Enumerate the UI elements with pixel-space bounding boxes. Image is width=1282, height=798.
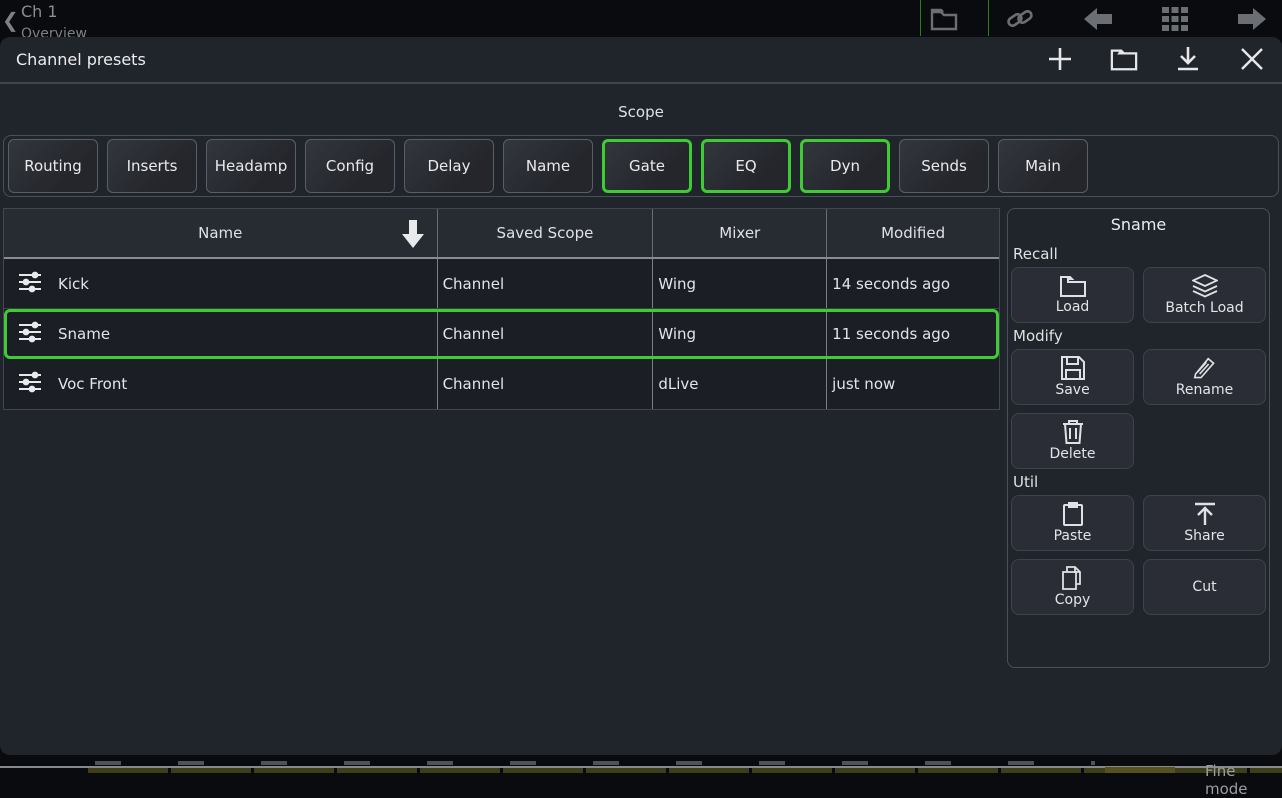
column-header-mixer[interactable]: Mixer bbox=[653, 209, 827, 257]
background-fader-bay: Fine mode bbox=[0, 755, 1282, 773]
preset-saved-scope: Channel bbox=[438, 359, 654, 409]
share-button[interactable]: Share bbox=[1143, 495, 1266, 551]
grid-icon[interactable] bbox=[1161, 6, 1189, 32]
preset-action-panel: Sname Recall Load Batch Load Mo bbox=[1007, 208, 1270, 668]
scope-btn-name[interactable]: Name bbox=[503, 139, 593, 193]
scope-btn-config[interactable]: Config bbox=[305, 139, 395, 193]
paste-button[interactable]: Paste bbox=[1011, 495, 1134, 551]
preset-row-sname[interactable]: Sname Channel Wing 11 seconds ago bbox=[4, 309, 999, 359]
import-icon[interactable] bbox=[1174, 45, 1202, 73]
preset-saved-scope: Channel bbox=[438, 309, 654, 358]
sort-descending-icon bbox=[401, 218, 425, 254]
scope-btn-sends[interactable]: Sends bbox=[899, 139, 989, 193]
back-chevron-icon[interactable]: ❮ bbox=[2, 12, 14, 28]
trash-icon bbox=[1061, 420, 1085, 444]
channel-presets-dialog: Channel presets Scope Routing Inserts bbox=[0, 37, 1282, 755]
topbar-separator bbox=[920, 0, 921, 36]
link-icon[interactable] bbox=[1005, 6, 1035, 32]
channel-strip-fragments bbox=[88, 768, 1282, 773]
pencil-icon bbox=[1192, 356, 1218, 380]
preset-saved-scope: Channel bbox=[438, 259, 654, 308]
dialog-header: Channel presets bbox=[0, 37, 1282, 84]
column-header-modified[interactable]: Modified bbox=[827, 209, 999, 257]
background-topbar: ❮ Ch 1 Overview bbox=[0, 0, 1282, 37]
preset-icon bbox=[18, 271, 42, 297]
column-header-saved-scope[interactable]: Saved Scope bbox=[438, 209, 654, 257]
channel-label: Ch 1 bbox=[21, 2, 58, 21]
dialog-title: Channel presets bbox=[16, 50, 146, 69]
preset-mixer: dLive bbox=[653, 359, 827, 409]
load-button[interactable]: Load bbox=[1011, 267, 1134, 323]
spacer bbox=[1143, 413, 1266, 469]
column-header-name[interactable]: Name bbox=[4, 209, 438, 257]
preset-name: Sname bbox=[58, 325, 110, 343]
clipped-db-labels bbox=[95, 761, 1095, 765]
rename-button[interactable]: Rename bbox=[1143, 349, 1266, 405]
section-label-recall: Recall bbox=[1011, 241, 1266, 267]
scope-btn-inserts[interactable]: Inserts bbox=[107, 139, 197, 193]
copy-button[interactable]: Copy bbox=[1011, 559, 1134, 615]
scope-btn-headamp[interactable]: Headamp bbox=[206, 139, 296, 193]
preset-icon bbox=[18, 321, 42, 347]
scope-btn-gate[interactable]: Gate bbox=[602, 139, 692, 193]
add-preset-icon[interactable] bbox=[1046, 45, 1074, 73]
upload-icon bbox=[1192, 502, 1218, 526]
section-label-modify: Modify bbox=[1011, 323, 1266, 349]
scope-label: Scope bbox=[0, 103, 1282, 121]
screen: ❮ Ch 1 Overview bbox=[0, 0, 1282, 773]
preset-mixer: Wing bbox=[653, 309, 827, 358]
back-arrow-icon[interactable] bbox=[1082, 6, 1114, 32]
clipboard-icon bbox=[1062, 502, 1084, 526]
copy-icon bbox=[1061, 566, 1085, 590]
section-label-util: Util bbox=[1011, 469, 1266, 495]
layers-icon bbox=[1192, 274, 1218, 298]
preset-modified: 14 seconds ago bbox=[827, 259, 999, 308]
save-button[interactable]: Save bbox=[1011, 349, 1134, 405]
floppy-icon bbox=[1061, 356, 1085, 380]
cut-button[interactable]: Cut bbox=[1143, 559, 1266, 615]
scope-btn-main[interactable]: Main bbox=[998, 139, 1088, 193]
library-folder-icon[interactable] bbox=[930, 7, 958, 31]
preset-name: Voc Front bbox=[58, 375, 127, 393]
scope-btn-delay[interactable]: Delay bbox=[404, 139, 494, 193]
preset-icon bbox=[18, 371, 42, 397]
preset-row-kick[interactable]: Kick Channel Wing 14 seconds ago bbox=[4, 259, 999, 309]
delete-button[interactable]: Delete bbox=[1011, 413, 1134, 469]
preset-name: Kick bbox=[58, 275, 89, 293]
fine-mode-label: Fine mode bbox=[1205, 762, 1282, 798]
channel-strip-highlight bbox=[1105, 767, 1175, 773]
preset-modified: just now bbox=[827, 359, 999, 409]
batch-load-button[interactable]: Batch Load bbox=[1143, 267, 1266, 323]
folder-icon bbox=[1060, 275, 1086, 297]
preset-mixer: Wing bbox=[653, 259, 827, 308]
selected-preset-title: Sname bbox=[1011, 215, 1266, 241]
forward-arrow-icon[interactable] bbox=[1236, 6, 1268, 32]
folder-icon[interactable] bbox=[1110, 45, 1138, 73]
close-icon[interactable] bbox=[1238, 45, 1266, 73]
scope-btn-eq[interactable]: EQ bbox=[701, 139, 791, 193]
scope-btn-routing[interactable]: Routing bbox=[8, 139, 98, 193]
preset-modified: 11 seconds ago bbox=[827, 309, 999, 358]
preset-row-voc-front[interactable]: Voc Front Channel dLive just now bbox=[4, 359, 999, 409]
preset-table: Name Saved Scope Mixer Modified bbox=[3, 208, 1000, 410]
table-header: Name Saved Scope Mixer Modified bbox=[4, 209, 999, 259]
scope-button-bar: Routing Inserts Headamp Config Delay Nam… bbox=[3, 135, 1279, 197]
scope-btn-dyn[interactable]: Dyn bbox=[800, 139, 890, 193]
